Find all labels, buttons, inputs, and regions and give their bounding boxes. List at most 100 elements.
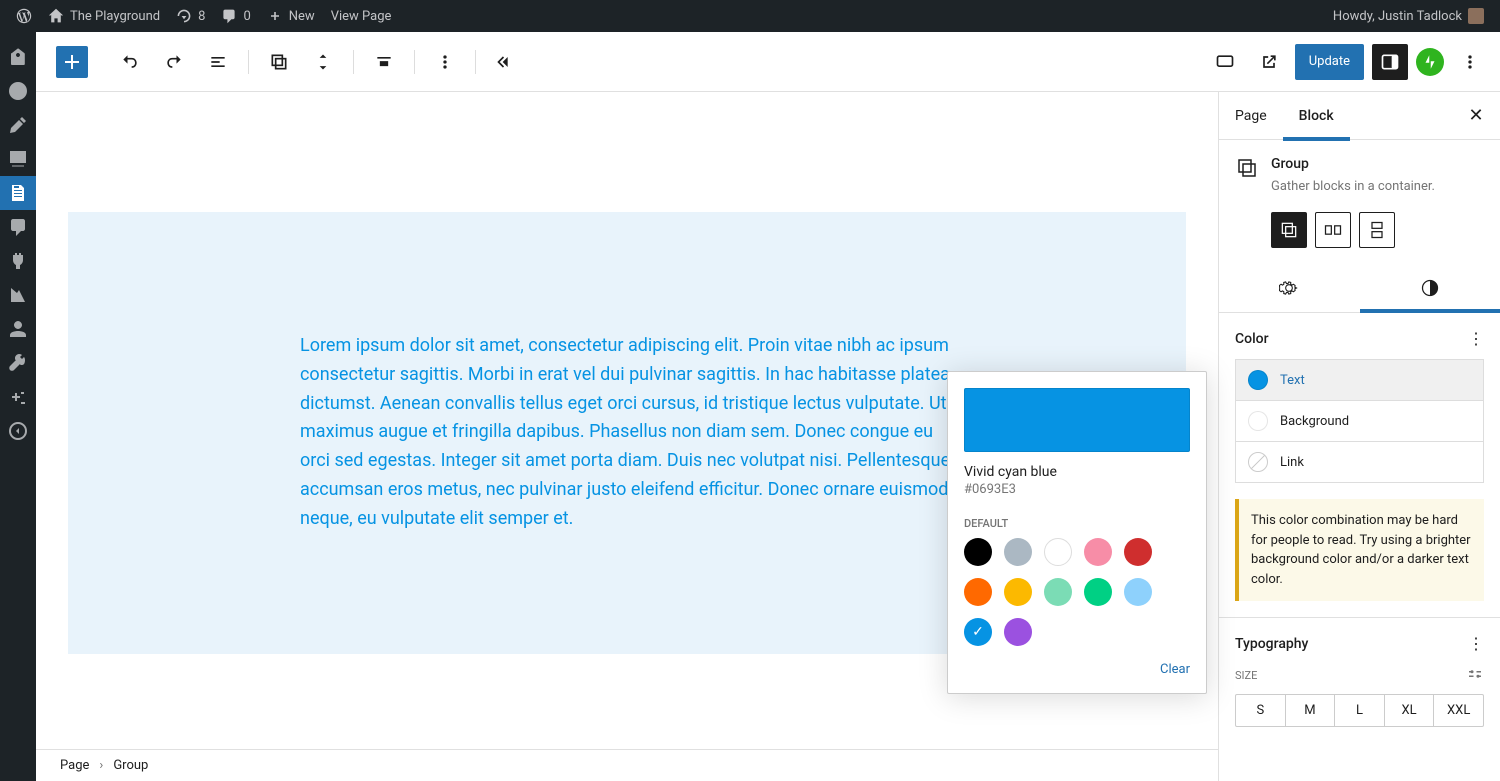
close-sidebar-button[interactable]: ✕ — [1464, 104, 1488, 128]
block-breadcrumb: Page › Group — [36, 749, 1218, 781]
menu-appearance[interactable] — [0, 278, 36, 312]
view-button[interactable] — [1207, 44, 1243, 80]
hide-toolbar-button[interactable] — [488, 44, 524, 80]
color-panel-title: Color — [1235, 331, 1269, 347]
document-overview-button[interactable] — [200, 44, 236, 80]
view-page-label: View Page — [331, 9, 392, 24]
editor-options-button[interactable] — [1452, 44, 1488, 80]
color-swatch-option[interactable] — [964, 618, 992, 646]
move-block-button[interactable] — [305, 44, 341, 80]
color-name: Vivid cyan blue — [964, 464, 1190, 480]
new-link[interactable]: New — [259, 0, 323, 32]
tab-block[interactable]: Block — [1283, 92, 1350, 140]
background-color-swatch — [1248, 411, 1268, 431]
refresh-icon — [176, 8, 192, 24]
size-l[interactable]: L — [1335, 695, 1385, 726]
comment-icon — [221, 8, 237, 24]
menu-dashboard[interactable] — [0, 40, 36, 74]
settings-sidebar-toggle[interactable] — [1372, 44, 1408, 80]
color-swatch-option[interactable] — [964, 538, 992, 566]
menu-plugins[interactable] — [0, 244, 36, 278]
update-button[interactable]: Update — [1295, 44, 1364, 80]
add-block-button[interactable] — [56, 46, 88, 78]
color-swatch-option[interactable] — [1044, 578, 1072, 606]
color-picker-popover: Vivid cyan blue #0693E3 DEFAULT Clear — [947, 371, 1207, 694]
color-swatch-option[interactable] — [1044, 538, 1072, 566]
menu-jetpack[interactable] — [0, 74, 36, 108]
color-swatch-option[interactable] — [1084, 578, 1112, 606]
paragraph-block[interactable]: Lorem ipsum dolor sit amet, consectetur … — [300, 332, 954, 534]
contrast-warning: This color combination may be hard for p… — [1235, 499, 1484, 601]
link-color-swatch — [1248, 452, 1268, 472]
color-swatch-option[interactable] — [1004, 618, 1032, 646]
variation-stack[interactable] — [1359, 212, 1395, 248]
settings-sidebar: Page Block ✕ Group Gather blocks in a co… — [1218, 92, 1500, 781]
updates-link[interactable]: 8 — [168, 0, 213, 32]
editor-header: Update — [36, 32, 1500, 92]
new-label: New — [289, 9, 315, 24]
color-swatch-option[interactable] — [1084, 538, 1112, 566]
menu-users[interactable] — [0, 312, 36, 346]
color-swatch-option[interactable] — [1124, 578, 1152, 606]
tab-page[interactable]: Page — [1219, 92, 1283, 140]
menu-comments[interactable] — [0, 210, 36, 244]
undo-button[interactable] — [112, 44, 148, 80]
text-color-swatch — [1248, 370, 1268, 390]
breadcrumb-root[interactable]: Page — [60, 758, 89, 773]
color-swatch-grid — [964, 538, 1190, 646]
size-m[interactable]: M — [1286, 695, 1336, 726]
site-name-link[interactable]: The Playground — [40, 0, 168, 32]
tab-styles[interactable] — [1360, 264, 1500, 312]
size-xl[interactable]: XL — [1385, 695, 1435, 726]
font-size-presets: S M L XL XXL — [1235, 694, 1484, 727]
clear-color-button[interactable]: Clear — [1160, 662, 1190, 677]
color-row-link[interactable]: Link — [1235, 441, 1484, 483]
typography-panel-options[interactable]: ⋮ — [1468, 634, 1484, 653]
howdy-link[interactable]: Howdy, Justin Tadlock — [1325, 0, 1492, 32]
menu-media[interactable] — [0, 142, 36, 176]
more-options-button[interactable] — [427, 44, 463, 80]
sidebar-tabs: Page Block ✕ — [1219, 92, 1500, 140]
color-row-background[interactable]: Background — [1235, 400, 1484, 442]
breadcrumb-current[interactable]: Group — [113, 758, 148, 773]
menu-pages[interactable] — [0, 176, 36, 210]
menu-posts[interactable] — [0, 108, 36, 142]
chevron-right-icon: › — [99, 758, 103, 773]
avatar — [1468, 8, 1484, 24]
color-row-text[interactable]: Text — [1235, 359, 1484, 401]
color-swatch-option[interactable] — [1124, 538, 1152, 566]
admin-bar: The Playground 8 0 New View Page Howdy, … — [0, 0, 1500, 32]
size-xxl[interactable]: XXL — [1434, 695, 1483, 726]
group-icon-button[interactable] — [261, 44, 297, 80]
toolbar-separator — [414, 50, 415, 74]
block-card: Group Gather blocks in a container. — [1219, 140, 1500, 212]
menu-tools[interactable] — [0, 346, 36, 380]
color-swatch-option[interactable] — [1004, 578, 1032, 606]
jetpack-button[interactable] — [1416, 48, 1444, 76]
align-button[interactable] — [366, 44, 402, 80]
comments-link[interactable]: 0 — [213, 0, 258, 32]
menu-settings[interactable] — [0, 380, 36, 414]
menu-collapse[interactable] — [0, 414, 36, 448]
size-label: SIZE — [1235, 669, 1257, 682]
typography-panel: Typography ⋮ SIZE S M L XL XXL — [1219, 618, 1500, 743]
wp-logo[interactable] — [8, 0, 40, 32]
palette-section-label: DEFAULT — [964, 517, 1190, 530]
admin-menu — [0, 32, 36, 781]
view-page-link[interactable]: View Page — [323, 0, 400, 32]
comments-count: 0 — [243, 9, 250, 24]
redo-button[interactable] — [156, 44, 192, 80]
tab-settings[interactable] — [1219, 264, 1360, 312]
size-s[interactable]: S — [1236, 695, 1286, 726]
variation-group[interactable] — [1271, 212, 1307, 248]
color-panel: Color ⋮ Text Background Link This color … — [1219, 313, 1500, 618]
preview-button[interactable] — [1251, 44, 1287, 80]
variation-row-button[interactable] — [1315, 212, 1351, 248]
color-hex: #0693E3 — [964, 482, 1190, 497]
color-swatch-option[interactable] — [1004, 538, 1032, 566]
color-swatch-option[interactable] — [964, 578, 992, 606]
group-icon — [1235, 156, 1259, 180]
inspector-tabs — [1219, 264, 1500, 313]
color-panel-options[interactable]: ⋮ — [1468, 329, 1484, 348]
custom-size-toggle[interactable] — [1466, 665, 1484, 686]
